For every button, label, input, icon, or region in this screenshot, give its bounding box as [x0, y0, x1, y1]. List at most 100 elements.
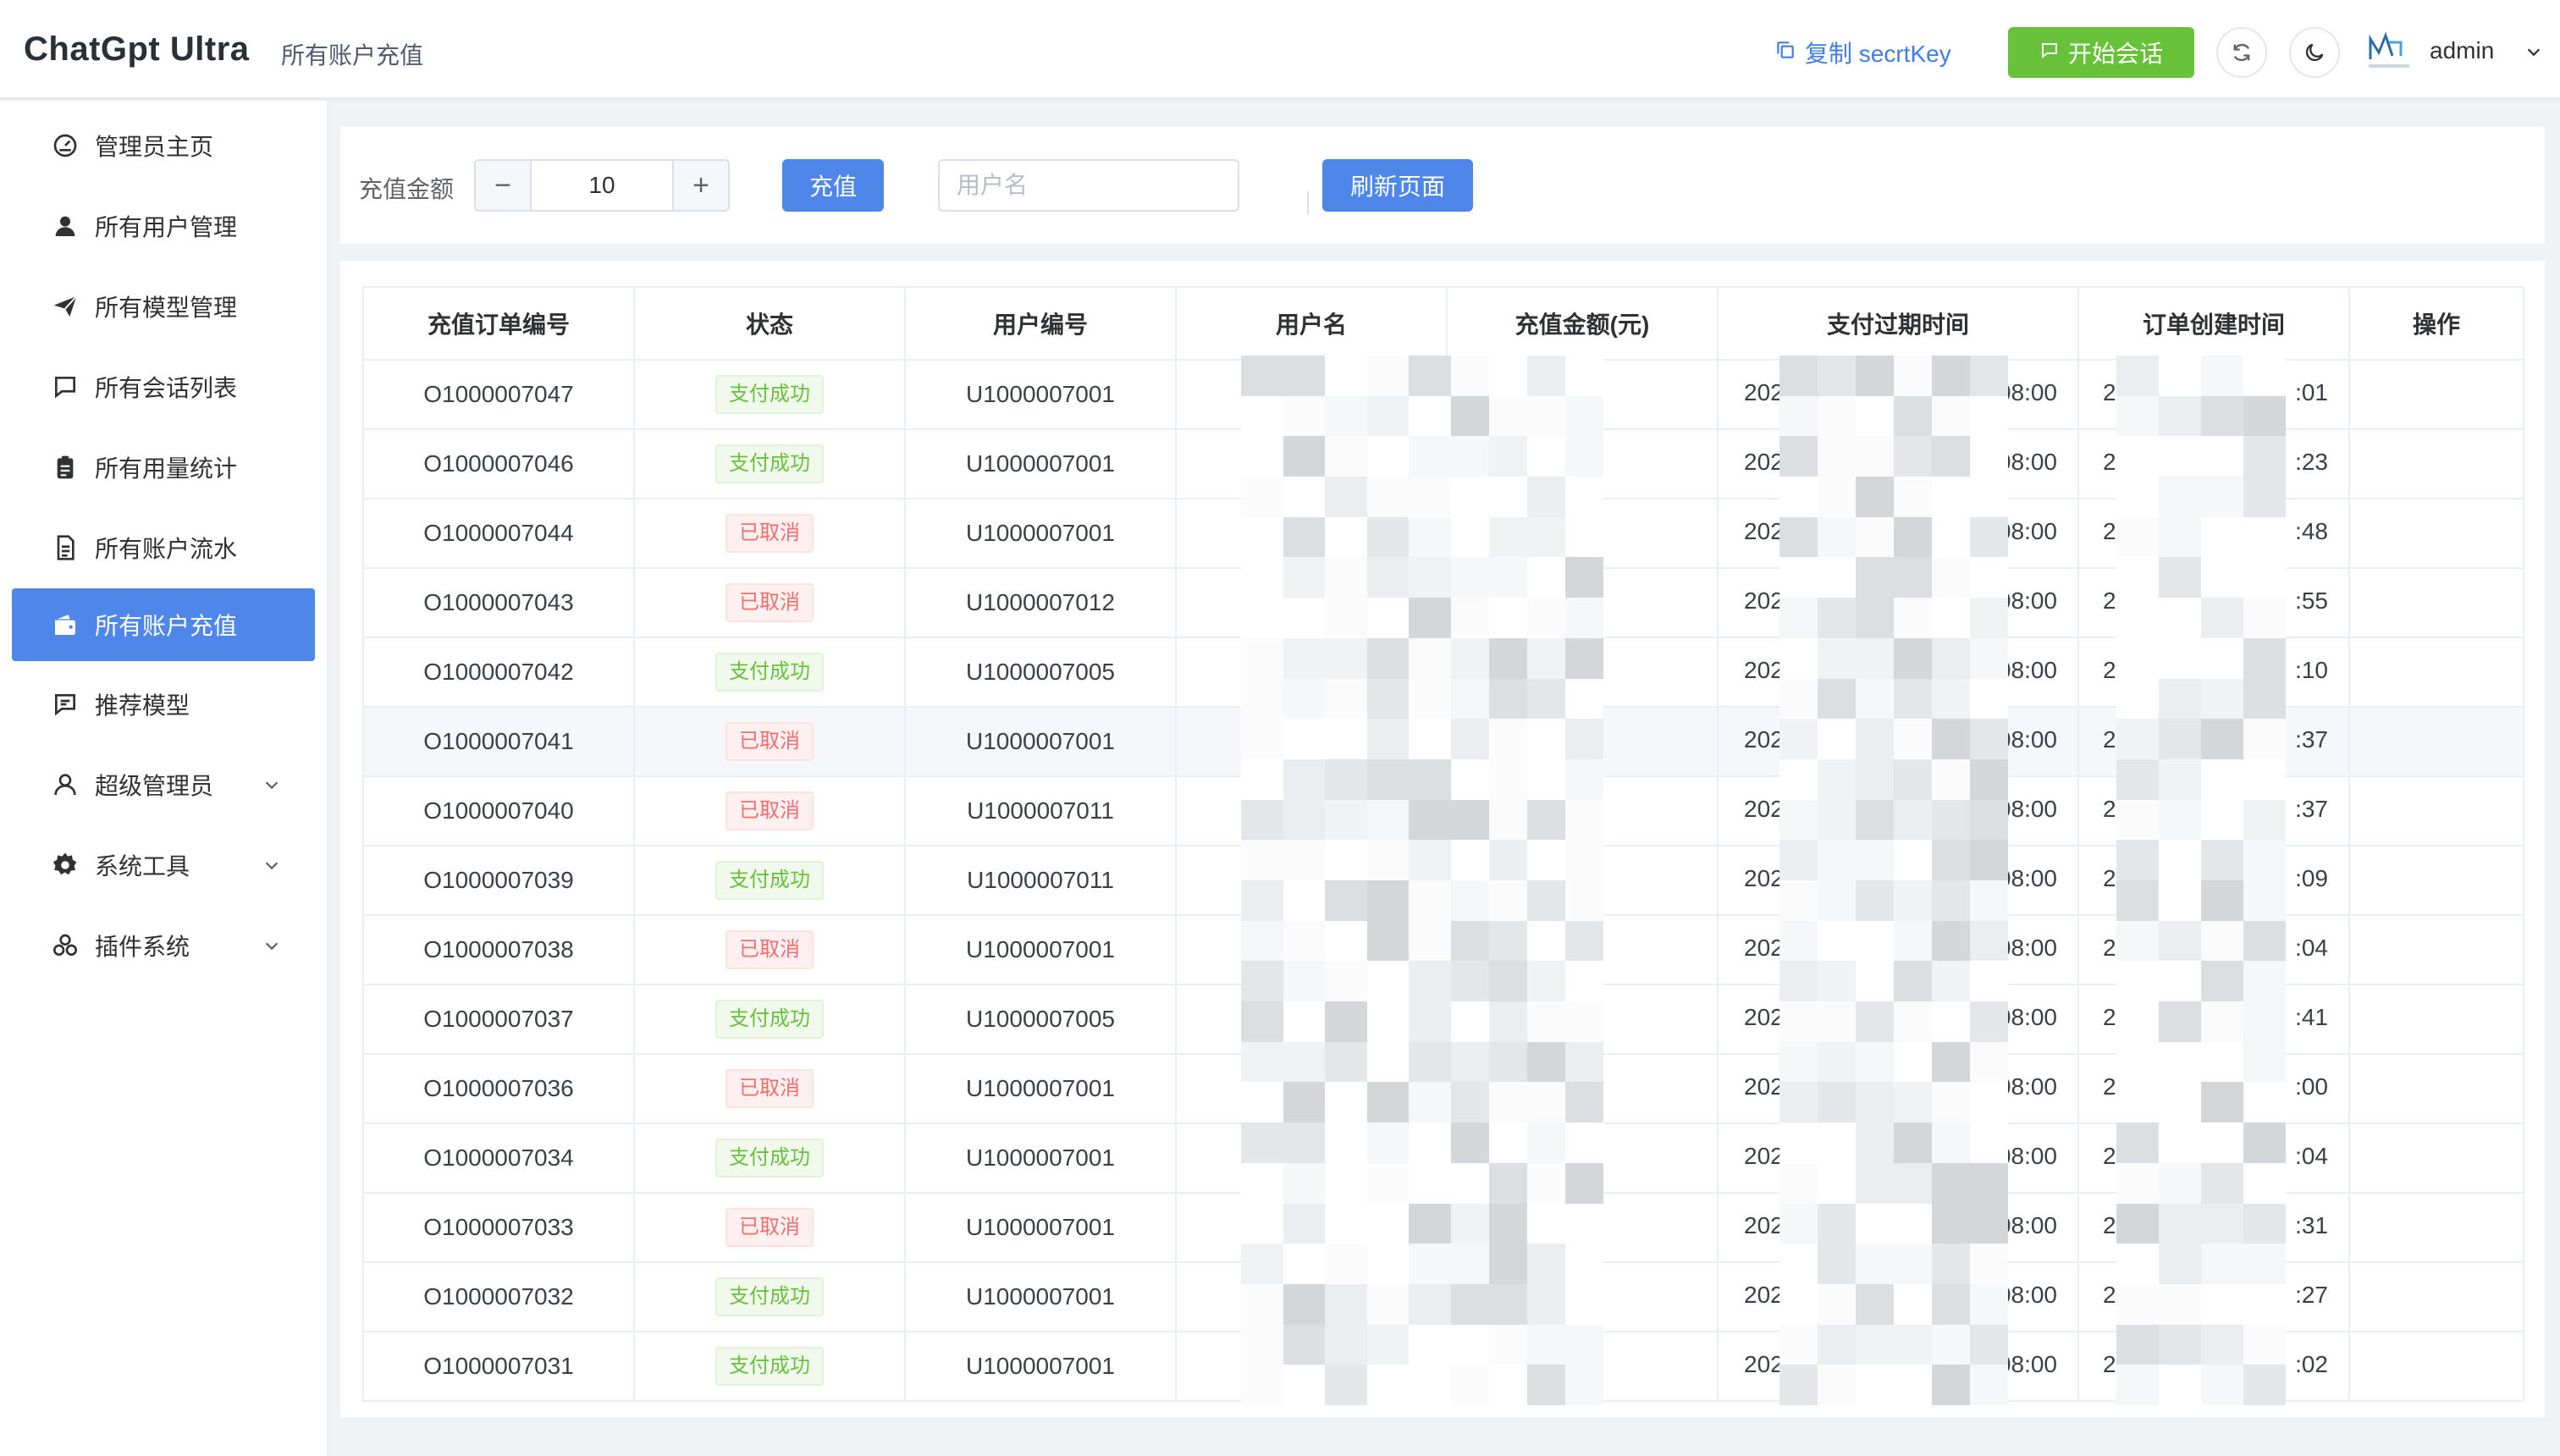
sidebar-item-recommended-models[interactable]: 推荐模型 — [12, 668, 315, 741]
created-time-cell: 20:37 — [2077, 706, 2350, 777]
created-time-prefix: 20 — [2103, 1282, 2130, 1308]
created-time-cell: 20:48 — [2077, 498, 2350, 569]
user-name[interactable]: admin — [2430, 37, 2494, 64]
top-header: ChatGpt Ultra 所有账户充值 复制 secrtKey 开始会话 ad… — [0, 0, 2560, 99]
created-time-prefix: 20 — [2103, 1143, 2130, 1169]
table-row[interactable]: O1000007043 已取消 U1000007012 202 08:00 20:55 — [362, 567, 2524, 638]
document-icon — [51, 533, 80, 562]
clipboard-icon — [51, 453, 80, 482]
filter-bar: 充值金额 − + 充值 刷新页面 — [340, 127, 2545, 244]
table-row[interactable]: O1000007032 支付成功 U1000007001 202 08:00 20:27 — [362, 1261, 2524, 1332]
sidebar-item-recharge[interactable]: 所有账户充值 — [12, 588, 315, 661]
send-icon — [51, 292, 80, 321]
created-time-suffix: :48 — [2295, 518, 2328, 544]
expire-time-cell: 202 08:00 — [1717, 845, 2079, 916]
sidebar-item-admin-home[interactable]: 管理员主页 — [12, 109, 315, 182]
username-cell — [1175, 845, 1448, 916]
copy-secret-key-link[interactable]: 复制 secrtKey — [1774, 36, 1951, 69]
expire-time-prefix: 202 — [1744, 1143, 1784, 1169]
table-row[interactable]: O1000007039 支付成功 U1000007011 202 08:00 20:09 — [362, 845, 2524, 916]
status-badge: 支付成功 — [715, 1139, 824, 1177]
table-header-row: 充值订单编号 状态 用户编号 用户名 充值金额(元) 支付过期时间 订单创建时间 操作 — [362, 286, 2524, 361]
status-badge: 支付成功 — [715, 1000, 824, 1039]
refresh-button[interactable] — [2216, 27, 2267, 78]
sidebar-item-usage[interactable]: 所有用量统计 — [12, 431, 315, 504]
created-time-suffix: :04 — [2295, 1143, 2328, 1169]
sidebar-item-ledger[interactable]: 所有账户流水 — [12, 511, 315, 584]
sidebar-item-users[interactable]: 所有用户管理 — [12, 190, 315, 262]
created-time-prefix: 20 — [2103, 587, 2130, 614]
app-brand[interactable]: ChatGpt Ultra — [24, 30, 250, 69]
username-input[interactable] — [938, 159, 1239, 212]
created-time-suffix: :41 — [2295, 1004, 2328, 1030]
table-row[interactable]: O1000007034 支付成功 U1000007001 202 08:00 20:04 — [362, 1122, 2524, 1194]
sidebar-item-sessions[interactable]: 所有会话列表 — [12, 350, 315, 423]
expire-time-prefix: 202 — [1744, 587, 1784, 614]
created-time-cell: 20:10 — [2077, 637, 2350, 708]
refresh-page-button[interactable]: 刷新页面 — [1322, 159, 1473, 212]
column-header: 用户名 — [1175, 286, 1448, 361]
created-time-cell: 20 :04 — [2077, 1122, 2350, 1194]
created-time-cell: 20:09 — [2077, 845, 2350, 916]
decrement-button[interactable]: − — [476, 161, 532, 210]
expire-time-suffix: 08:00 — [1997, 1004, 2057, 1030]
created-time-cell: 20:41 — [2077, 984, 2350, 1055]
created-time-suffix: :55 — [2295, 587, 2328, 614]
amount-cell — [1446, 498, 1719, 569]
username-cell — [1175, 984, 1448, 1055]
table-row[interactable]: O1000007044 已取消 U1000007001 202 08:00 20:48 — [362, 498, 2524, 569]
table-row[interactable]: O1000007031 支付成功 U1000007001 202 08:00 20:02 — [362, 1331, 2524, 1402]
theme-toggle-button[interactable] — [2289, 27, 2340, 78]
sidebar-item-system-tools[interactable]: 系统工具 — [12, 829, 315, 902]
table-row[interactable]: O1000007046 支付成功 U1000007001 202 08:00 20:23 — [362, 428, 2524, 499]
sidebar-item-super-admin[interactable]: 超级管理员 — [12, 748, 315, 821]
recharge-button[interactable]: 充值 — [782, 159, 884, 212]
table-row[interactable]: O1000007038 已取消 U1000007001 202 08:00 20:04 — [362, 914, 2524, 985]
expire-time-cell: 202 08:00 — [1717, 567, 2079, 638]
amount-cell — [1446, 914, 1719, 985]
increment-button[interactable]: + — [672, 161, 728, 210]
table-row[interactable]: O1000007036 已取消 U1000007001 202 08:00 20:00 — [362, 1053, 2524, 1124]
expire-time-suffix: 08:00 — [1997, 657, 2057, 683]
user-icon — [51, 212, 80, 240]
sidebar-item-label: 超级管理员 — [95, 773, 214, 799]
expire-time-suffix: 08:00 — [1997, 518, 2057, 544]
table-row[interactable]: O1000007042 支付成功 U1000007005 202 08:00 20:10 — [362, 637, 2524, 708]
table-row[interactable]: O1000007033 已取消 U1000007001 202 08:00 20:31 — [362, 1192, 2524, 1263]
actions-cell — [2348, 1122, 2524, 1194]
amount-stepper[interactable]: − + — [474, 159, 730, 212]
start-chat-button[interactable]: 开始会话 — [2008, 27, 2194, 78]
chevron-down-icon[interactable] — [2524, 42, 2543, 61]
sidebar-item-plugins[interactable]: 插件系统 — [12, 909, 315, 982]
status-badge: 已取消 — [726, 930, 814, 969]
order-id-cell: O1000007032 — [362, 1261, 635, 1332]
table-row[interactable]: O1000007041 已取消 U1000007001 202 08:00 20:37 — [362, 706, 2524, 777]
avatar[interactable] — [2364, 30, 2414, 74]
order-id-cell: O1000007042 — [362, 637, 635, 708]
username-cell — [1175, 359, 1448, 430]
username-cell — [1175, 1122, 1448, 1194]
order-id-cell: O1000007033 — [362, 1192, 635, 1263]
created-time-cell: 20 :55 — [2077, 567, 2350, 638]
status-badge: 支付成功 — [715, 861, 824, 900]
username-cell — [1175, 428, 1448, 499]
expire-time-prefix: 202 — [1744, 449, 1784, 475]
sidebar-item-label: 所有用量统计 — [95, 455, 238, 482]
table-row[interactable]: O1000007037 支付成功 U1000007005 202 08:00 20:41 — [362, 984, 2524, 1055]
amount-cell — [1446, 428, 1719, 499]
table-row[interactable]: O1000007047 支付成功 U1000007001 202 08:00 20:01 — [362, 359, 2524, 430]
expire-time-cell: 202 08:00 — [1717, 1192, 2079, 1263]
created-time-prefix: 20 — [2103, 1073, 2130, 1100]
expire-time-cell: 202 08:00 — [1717, 1122, 2079, 1194]
sidebar-item-models[interactable]: 所有模型管理 — [12, 270, 315, 343]
expire-time-suffix: 08:00 — [1997, 1351, 2057, 1377]
expire-time-suffix: 08:00 — [1997, 1073, 2057, 1100]
amount-input[interactable] — [532, 161, 672, 210]
chevron-down-icon — [265, 781, 279, 790]
expire-time-cell: 202 08:00 — [1717, 498, 2079, 569]
created-time-suffix: :04 — [2295, 935, 2328, 961]
sidebar: 管理员主页 所有用户管理 所有模型管理 所有会话列表 所有用量统计 所有账户流水… — [0, 101, 328, 1456]
table-row[interactable]: O1000007040 已取消 U1000007011 202 08:00 20:37 — [362, 775, 2524, 847]
expire-time-prefix: 202 — [1744, 1073, 1784, 1100]
created-time-prefix: 20 — [2103, 657, 2130, 683]
